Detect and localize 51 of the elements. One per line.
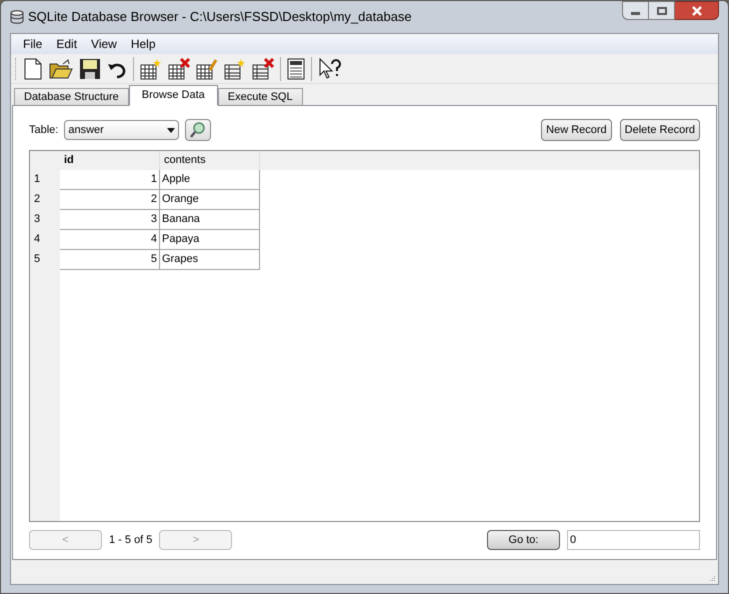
table-label: Table: [29, 122, 58, 138]
table-cell: 5 [60, 250, 160, 270]
search-icon [190, 122, 206, 138]
tab[interactable]: Database Structure [14, 88, 129, 106]
table-dropdown[interactable]: answer [64, 120, 180, 140]
column-header[interactable]: contents [160, 151, 260, 170]
goto-field[interactable]: 0 [567, 530, 700, 550]
menu-item[interactable]: Help [124, 35, 162, 53]
row-header[interactable]: 3 [30, 210, 60, 230]
whats-this-icon[interactable] [318, 58, 342, 80]
search-button[interactable] [185, 119, 212, 141]
resize-grip-icon[interactable] [708, 574, 716, 582]
close-button[interactable] [675, 1, 719, 20]
table-cell: 4 [60, 230, 160, 250]
menu-item[interactable]: Edit [50, 35, 84, 53]
row-header[interactable]: 2 [30, 190, 60, 210]
window-title: SQLite Database Browser - C:\Users\FSSD\Desktop\my_database [28, 8, 412, 26]
row-header[interactable]: 5 [30, 250, 60, 270]
table-cell: Grapes [160, 250, 260, 270]
close-icon [690, 6, 702, 16]
index-star-icon[interactable] [224, 58, 246, 80]
column-header[interactable]: id [60, 151, 160, 170]
caret-icon [167, 128, 176, 132]
menu-item[interactable]: View [85, 35, 123, 53]
minimize-button[interactable] [622, 1, 649, 20]
maximize-button[interactable] [649, 1, 675, 20]
table-delete-icon[interactable] [168, 58, 190, 80]
menu-item[interactable]: File [17, 35, 48, 53]
tab[interactable]: Execute SQL [218, 88, 303, 106]
save-icon[interactable] [79, 58, 101, 80]
row-header[interactable]: 4 [30, 230, 60, 250]
table-cell: Orange [160, 190, 260, 210]
table-cell: Apple [160, 170, 260, 190]
open-folder-icon[interactable] [49, 58, 73, 80]
row-header[interactable]: 1 [30, 170, 60, 190]
index-delete-icon[interactable] [252, 58, 274, 80]
database-icon [10, 10, 24, 24]
table-edit-icon[interactable] [196, 58, 218, 80]
log-icon[interactable] [287, 58, 305, 80]
table-cell: 1 [60, 170, 160, 190]
table-cell: Papaya [160, 230, 260, 250]
page-range: 1 - 5 of 5 [109, 532, 152, 548]
toolbar-button[interactable]: Delete Record [620, 119, 700, 141]
table-star-icon[interactable] [140, 58, 162, 80]
table-cell: 2 [60, 190, 160, 210]
toolbar-button[interactable]: New Record [541, 119, 612, 141]
new-file-icon[interactable] [23, 58, 43, 80]
goto-button[interactable]: Go to: [487, 530, 560, 550]
table-cell: Banana [160, 210, 260, 230]
tab[interactable]: Browse Data [128, 85, 218, 106]
table-cell: 3 [60, 210, 160, 230]
